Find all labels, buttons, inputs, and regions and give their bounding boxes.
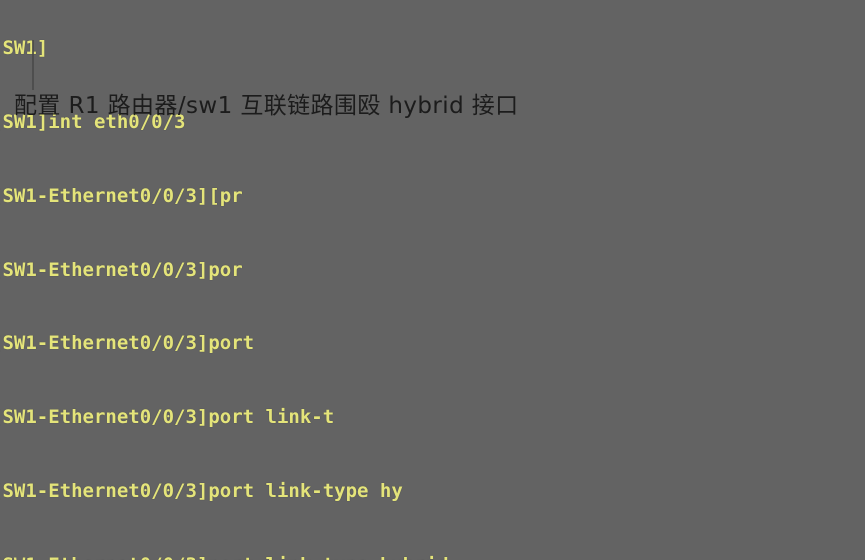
terminal-line: [SW1] — [0, 37, 49, 60]
terminal-line: [SW1-Ethernet0/0/3]por — [0, 258, 243, 281]
terminal-line: [SW1-Ethernet0/0/3]port link-type hy — [0, 479, 403, 502]
terminal-output[interactable]: [SW1] [SW1]int eth0/0/3 [SW1-Ethernet0/0… — [0, 0, 865, 560]
overlay-caption: 配置 R1 路由器/sw1 互联链路围殴 hybrid 接口 — [14, 93, 519, 119]
terminal-line: [SW1-Ethernet0/0/3]port link-t — [0, 406, 335, 429]
text-cursor — [32, 40, 34, 90]
terminal-line: [SW1-Ethernet0/0/3]port link-type hybrid — [0, 553, 865, 560]
terminal-window[interactable]: [SW1] [SW1]int eth0/0/3 [SW1-Ethernet0/0… — [0, 0, 865, 560]
terminal-line: [SW1-Ethernet0/0/3][pr — [0, 184, 243, 207]
terminal-line: [SW1-Ethernet0/0/3]port — [0, 332, 255, 355]
